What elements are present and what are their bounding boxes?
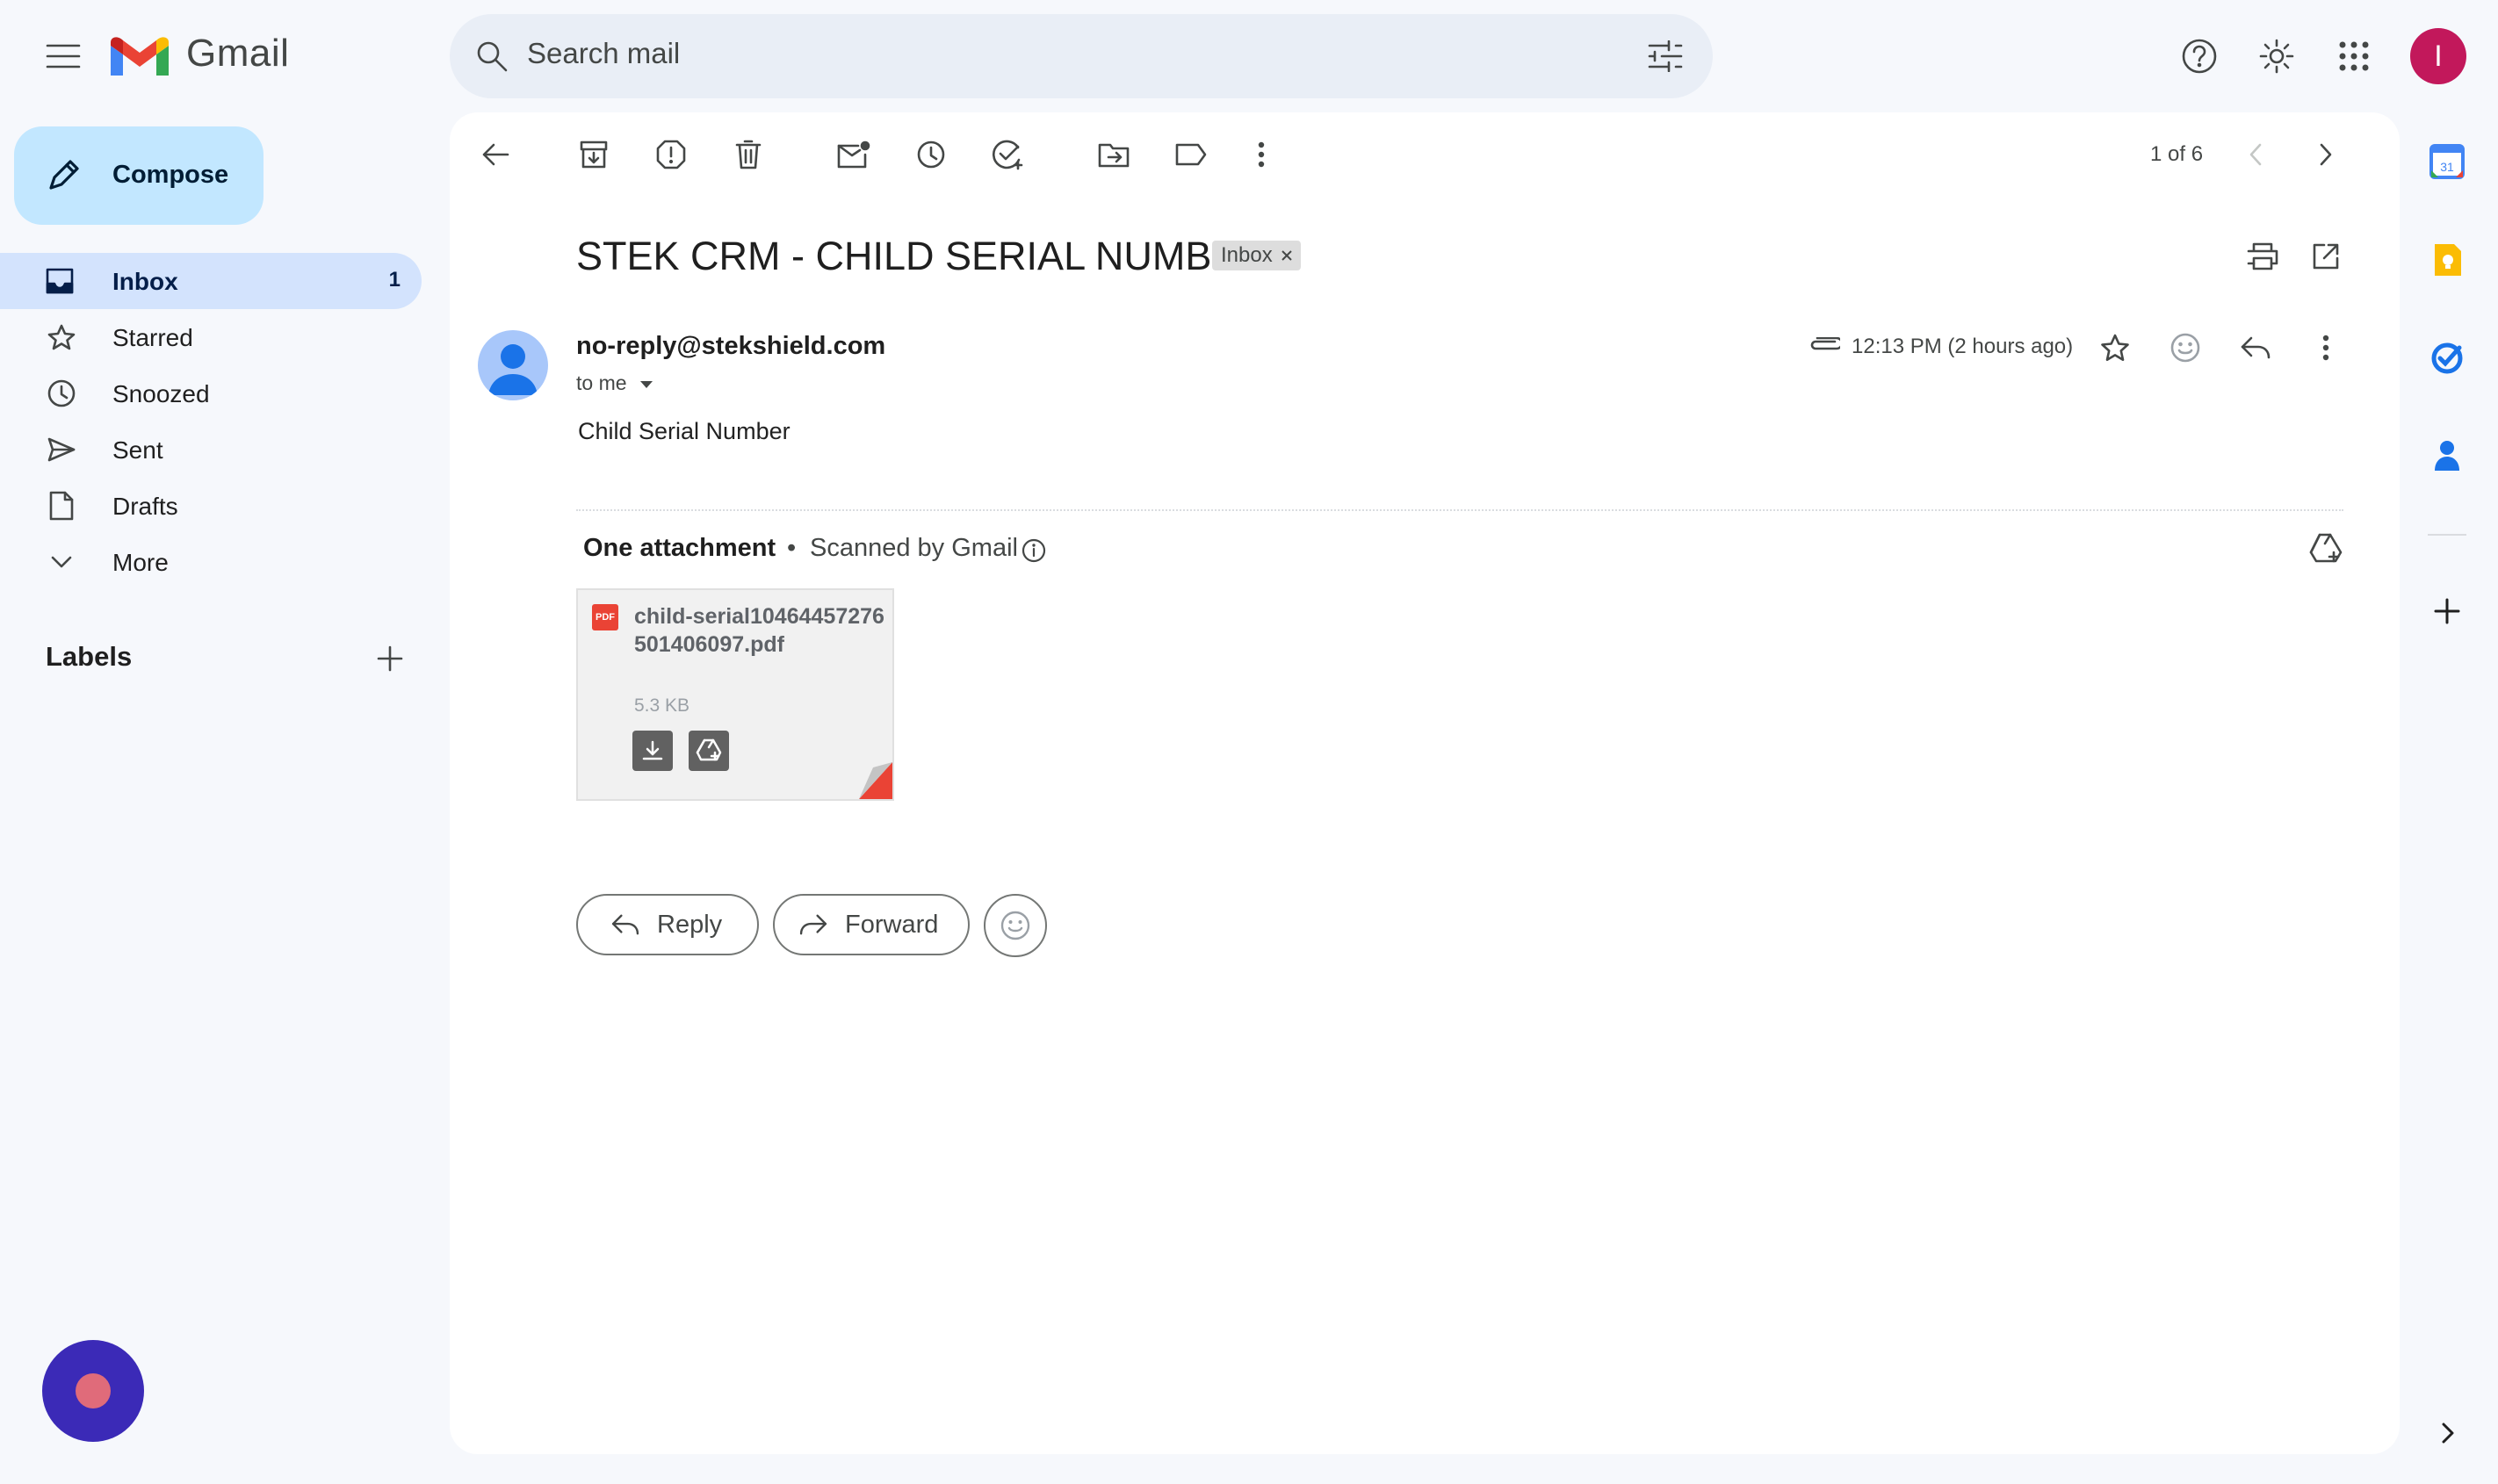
forward-button[interactable]: Forward (773, 894, 970, 955)
message-more-icon[interactable] (2305, 327, 2347, 369)
sidebar-item-starred[interactable]: Starred (0, 309, 422, 365)
attachments-heading: One attachment (583, 534, 776, 562)
message-timestamp: 12:13 PM (2 hours ago) (1852, 335, 2074, 358)
sidebar-item-sent[interactable]: Sent (0, 421, 422, 478)
sidebar-item-label: Sent (112, 436, 163, 464)
sender-email[interactable]: no-reply@stekshield.com (576, 332, 885, 361)
reply-arrow-icon (611, 913, 639, 936)
smiley-icon (1000, 911, 1030, 940)
sidebar-item-label: Inbox (112, 268, 178, 295)
snooze-clock-icon[interactable] (910, 133, 952, 176)
reply-label: Reply (657, 910, 723, 939)
mark-unread-icon[interactable] (833, 133, 875, 176)
emoji-reaction-icon[interactable] (2164, 327, 2206, 369)
sender-avatar[interactable] (478, 330, 548, 400)
inbox-label-chip: Inbox (1212, 241, 1301, 270)
sidebar-item-label: Starred (112, 324, 193, 351)
recipient-details[interactable]: to me (576, 371, 653, 395)
labels-heading: Labels (46, 641, 133, 672)
sidebar-item-label: More (112, 549, 169, 576)
contacts-app-icon[interactable] (2433, 439, 2461, 471)
main-menu-button[interactable] (35, 35, 91, 77)
email-subject: STEK CRM - CHILD SERIAL NUMBER (576, 234, 1267, 278)
older-chevron-icon[interactable] (2305, 133, 2347, 176)
recipient-text: to me (576, 371, 627, 394)
sidebar-item-label: Snoozed (112, 380, 210, 407)
apps-grid-icon[interactable] (2333, 35, 2375, 77)
floating-record-button[interactable] (42, 1340, 144, 1442)
sidebar-item-inbox[interactable]: Inbox 1 (0, 253, 422, 309)
gmail-wordmark: Gmail (186, 32, 290, 75)
star-icon (46, 321, 77, 353)
sidebar-item-snoozed[interactable]: Snoozed (0, 365, 422, 421)
drive-add-icon (696, 738, 722, 763)
download-icon (641, 739, 664, 762)
inbox-icon (44, 265, 76, 297)
attachment-size: 5.3 KB (634, 695, 690, 716)
unread-count: 1 (388, 268, 401, 292)
back-arrow-icon[interactable] (474, 133, 516, 176)
emoji-reaction-button[interactable] (984, 894, 1047, 957)
help-icon[interactable] (2178, 35, 2220, 77)
star-icon[interactable] (2094, 327, 2136, 369)
forward-label: Forward (845, 910, 939, 939)
draft-icon (46, 490, 77, 522)
label-chip-text: Inbox (1221, 243, 1273, 267)
print-icon[interactable] (2242, 235, 2284, 277)
details-dropdown-icon[interactable] (639, 380, 653, 389)
pdf-file-icon: PDF (592, 604, 618, 630)
pencil-icon (42, 155, 84, 197)
search-icon[interactable] (471, 35, 513, 77)
attachment-card[interactable]: PDF child-serial10464457276501406097.pdf… (576, 588, 894, 801)
add-to-tasks-icon[interactable] (987, 133, 1029, 176)
record-dot-icon (76, 1373, 111, 1408)
save-all-to-drive-icon[interactable] (2305, 527, 2347, 569)
info-icon[interactable] (1019, 536, 1049, 566)
tasks-app-icon[interactable] (2429, 339, 2465, 374)
report-spam-icon[interactable] (650, 133, 692, 176)
forward-arrow-icon (799, 913, 827, 936)
calendar-app-icon[interactable]: 31 (2429, 144, 2465, 179)
email-body: Child Serial Number (578, 418, 791, 444)
chevron-down-icon (46, 546, 77, 578)
open-new-window-icon[interactable] (2305, 235, 2347, 277)
pagination-text: 1 of 6 (2150, 142, 2204, 166)
sidebar-item-more[interactable]: More (0, 534, 422, 590)
more-options-icon[interactable] (1240, 133, 1282, 176)
get-addons-plus-icon[interactable] (2428, 592, 2466, 630)
remove-label-icon[interactable] (1281, 250, 1292, 261)
attachment-filename: child-serial10464457276501406097.pdf (634, 604, 884, 657)
sidebar-item-label: Drafts (112, 493, 178, 520)
add-label-icon[interactable] (369, 638, 411, 680)
settings-gear-icon[interactable] (2256, 35, 2298, 77)
search-input[interactable]: Search mail (527, 37, 680, 70)
newer-chevron-icon[interactable] (2234, 133, 2277, 176)
show-side-panel-chevron-icon[interactable] (2433, 1416, 2463, 1451)
reply-button[interactable]: Reply (576, 894, 759, 955)
separator-dot: • (787, 534, 797, 562)
page-fold-corner (859, 762, 892, 799)
scanned-by-gmail-text: Scanned by Gmail (810, 534, 1018, 562)
svg-text:31: 31 (2440, 160, 2454, 174)
add-to-drive-button[interactable] (689, 731, 729, 771)
download-attachment-button[interactable] (632, 731, 673, 771)
clock-icon (46, 378, 77, 409)
send-icon (46, 434, 77, 465)
gmail-logo[interactable] (111, 35, 169, 79)
keep-app-icon[interactable] (2433, 242, 2463, 277)
archive-icon[interactable] (573, 133, 615, 176)
compose-label: Compose (112, 161, 229, 189)
trash-icon[interactable] (727, 133, 769, 176)
account-avatar[interactable]: I (2410, 28, 2466, 84)
reply-icon[interactable] (2234, 327, 2277, 369)
label-icon[interactable] (1170, 133, 1212, 176)
move-to-folder-icon[interactable] (1093, 133, 1135, 176)
attachment-divider (576, 509, 2343, 511)
search-options-icon[interactable] (1644, 35, 1686, 77)
side-panel-divider (2428, 534, 2466, 536)
sidebar-item-drafts[interactable]: Drafts (0, 478, 422, 534)
attachment-paperclip-icon (1808, 332, 1841, 358)
